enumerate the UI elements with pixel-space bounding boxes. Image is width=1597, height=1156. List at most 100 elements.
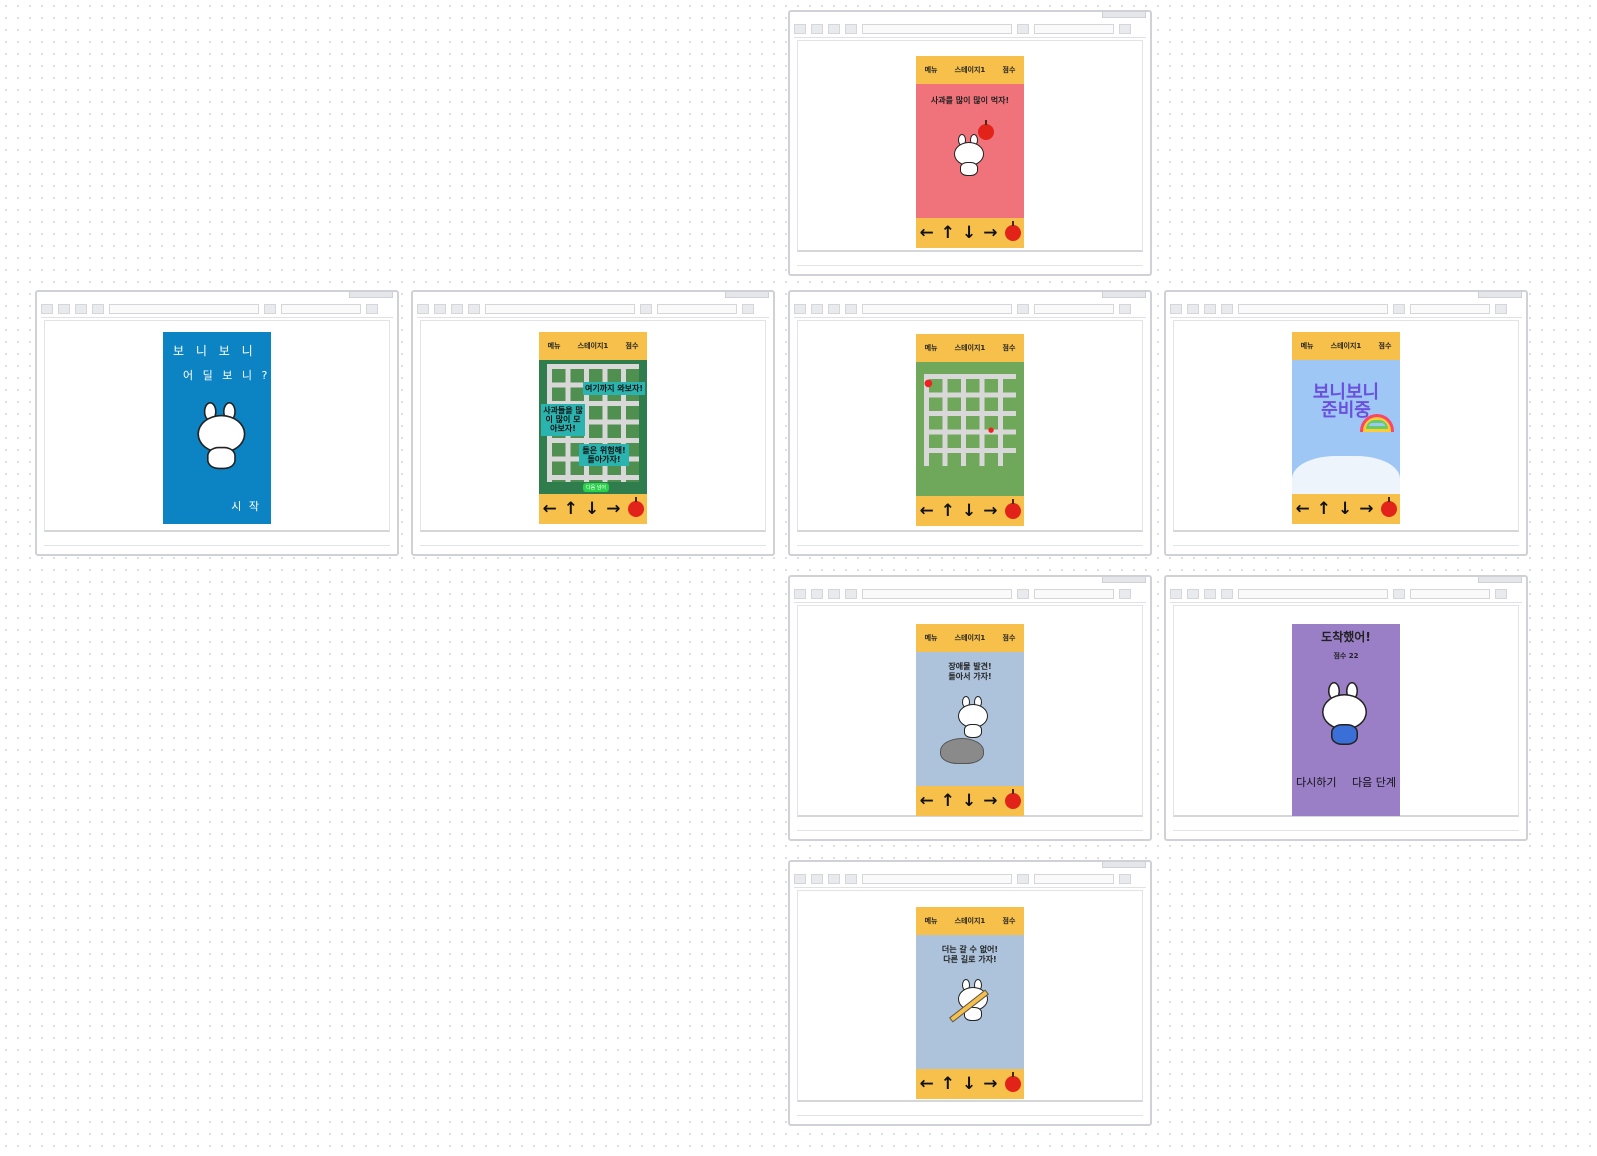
frame-deadend: 메뉴 스테이지1 점수 더는 갈 수 없어! 다른 길로 가자! ← ↑ ↓ → (788, 860, 1152, 1126)
top-nav: 메뉴 스테이지1 점수 (916, 334, 1024, 362)
nav-stage[interactable]: 스테이지1 (955, 916, 986, 926)
apple-icon[interactable] (627, 497, 644, 517)
tutorial-bubble-rock: 돌은 위험해! 돌아가자! (579, 444, 629, 467)
map-pin-icon: ● (924, 378, 933, 389)
phone-screen-tutorial: 메뉴 스테이지1 점수 여기까지 와보자! 사과들을 많이 많이 모아보자! 돌… (539, 332, 647, 524)
down-arrow-icon[interactable]: ↓ (962, 791, 976, 811)
bunny-cheer-illustration (1316, 682, 1373, 745)
nav-menu[interactable]: 메뉴 (925, 343, 938, 353)
left-arrow-icon[interactable]: ← (920, 223, 934, 243)
nav-score[interactable]: 점수 (1379, 341, 1392, 351)
window-tab (1102, 12, 1146, 18)
left-arrow-icon[interactable]: ← (543, 499, 557, 519)
top-nav: 메뉴 스테이지1 점수 (916, 56, 1024, 84)
right-arrow-icon[interactable]: → (983, 223, 997, 243)
left-arrow-icon[interactable]: ← (920, 791, 934, 811)
frame-tutorial: 메뉴 스테이지1 점수 여기까지 와보자! 사과들을 많이 많이 모아보자! 돌… (411, 290, 775, 556)
nav-stage[interactable]: 스테이지1 (955, 633, 986, 643)
title-line-1: 보 니 보 니 (173, 344, 257, 358)
phone-screen-deadend: 메뉴 스테이지1 점수 더는 갈 수 없어! 다른 길로 가자! ← ↑ ↓ → (916, 907, 1024, 1099)
tutorial-bubble-goal: 여기까지 와보자! (583, 382, 645, 396)
frame-obstacle: 메뉴 스테이지1 점수 장애물 발견! 돌아서 가자! ← ↑ ↓ → (788, 575, 1152, 841)
bunny-magnifier-illustration (191, 402, 252, 470)
nav-score[interactable]: 점수 (1003, 916, 1016, 926)
control-bar: ← ↑ ↓ → (916, 786, 1024, 816)
title-line-2: 어 딜 보 니 ? (183, 369, 271, 382)
top-nav: 메뉴 스테이지1 점수 (916, 907, 1024, 935)
window-toolbar (41, 300, 393, 318)
nav-menu[interactable]: 메뉴 (548, 341, 561, 351)
deadend-caption: 더는 갈 수 없어! 다른 길로 가자! (941, 945, 999, 964)
obstacle-caption: 장애물 발견! 돌아서 가자! (948, 662, 992, 681)
tutorial-next-button[interactable]: 다음 넘어 (583, 483, 609, 492)
top-nav: 메뉴 스테이지1 점수 (539, 332, 647, 360)
apple-icon[interactable] (1380, 497, 1397, 517)
nav-score[interactable]: 점수 (626, 341, 639, 351)
nav-stage[interactable]: 스테이지1 (1331, 341, 1362, 351)
top-nav: 메뉴 스테이지1 점수 (916, 624, 1024, 652)
phone-screen-ready: 메뉴 스테이지1 점수 보니보니 준비중 ← ↑ ↓ → (1292, 332, 1400, 524)
up-arrow-icon[interactable]: ↑ (1317, 499, 1331, 519)
right-arrow-icon[interactable]: → (983, 501, 997, 521)
phone-screen-map: 메뉴 스테이지1 점수 ● ● ← ↑ ↓ → (916, 334, 1024, 526)
phone-screen-start: 보 니 보 니 어 딜 보 니 ? 시 작 (163, 332, 271, 524)
phone-screen-arrived: 도착했어! 점수 22 다시하기 다음 단계 (1292, 624, 1400, 816)
window-toolbar (417, 300, 769, 318)
nav-menu[interactable]: 메뉴 (1301, 341, 1314, 351)
top-nav: 메뉴 스테이지1 점수 (1292, 332, 1400, 360)
nav-score[interactable]: 점수 (1003, 343, 1016, 353)
bunny-illustration (954, 696, 992, 738)
down-arrow-icon[interactable]: ↓ (1338, 499, 1352, 519)
right-arrow-icon[interactable]: → (983, 791, 997, 811)
start-button[interactable]: 시 작 (231, 498, 261, 514)
frame-map: 메뉴 스테이지1 점수 ● ● ← ↑ ↓ → (788, 290, 1152, 556)
apple-icon[interactable] (1004, 221, 1021, 241)
phone-screen-obstacle: 메뉴 스테이지1 점수 장애물 발견! 돌아서 가자! ← ↑ ↓ → (916, 624, 1024, 816)
apple-icon[interactable] (1004, 499, 1021, 519)
nav-menu[interactable]: 메뉴 (925, 916, 938, 926)
arrived-title: 도착했어! (1321, 630, 1371, 644)
left-arrow-icon[interactable]: ← (920, 501, 934, 521)
up-arrow-icon[interactable]: ↑ (941, 791, 955, 811)
phone-screen-apple: 메뉴 스테이지1 점수 사과를 많이 많이 먹자! ← ↑ ↓ → (916, 56, 1024, 248)
down-arrow-icon[interactable]: ↓ (962, 1074, 976, 1094)
apple-icon[interactable] (1004, 789, 1021, 809)
control-bar: ← ↑ ↓ → (916, 496, 1024, 526)
down-arrow-icon[interactable]: ↓ (962, 501, 976, 521)
nav-menu[interactable]: 메뉴 (925, 65, 938, 75)
next-stage-button[interactable]: 다음 단계 (1352, 774, 1396, 790)
retry-button[interactable]: 다시하기 (1296, 774, 1336, 790)
right-arrow-icon[interactable]: → (983, 1074, 997, 1094)
control-bar: ← ↑ ↓ → (539, 494, 647, 524)
control-bar: ← ↑ ↓ → (916, 218, 1024, 248)
right-arrow-icon[interactable]: → (1359, 499, 1373, 519)
nav-score[interactable]: 점수 (1003, 65, 1016, 75)
window-toolbar (794, 20, 1146, 38)
up-arrow-icon[interactable]: ↑ (941, 223, 955, 243)
nav-stage[interactable]: 스테이지1 (955, 343, 986, 353)
up-arrow-icon[interactable]: ↑ (941, 501, 955, 521)
nav-stage[interactable]: 스테이지1 (955, 65, 986, 75)
window-toolbar (794, 870, 1146, 888)
apple-icon (978, 120, 994, 140)
right-arrow-icon[interactable]: → (606, 499, 620, 519)
tutorial-bubble-apples: 사과들을 많이 많이 모아보자! (541, 404, 585, 436)
frame-arrived: 도착했어! 점수 22 다시하기 다음 단계 (1164, 575, 1528, 841)
left-arrow-icon[interactable]: ← (1296, 499, 1310, 519)
bunny-illustration (950, 134, 988, 176)
frame-start: 보 니 보 니 어 딜 보 니 ? 시 작 (35, 290, 399, 556)
nav-stage[interactable]: 스테이지1 (578, 341, 609, 351)
left-arrow-icon[interactable]: ← (920, 1074, 934, 1094)
apple-caption: 사과를 많이 많이 먹자! (930, 96, 1010, 105)
down-arrow-icon[interactable]: ↓ (585, 499, 599, 519)
nav-menu[interactable]: 메뉴 (925, 633, 938, 643)
frame-ready: 메뉴 스테이지1 점수 보니보니 준비중 ← ↑ ↓ → (1164, 290, 1528, 556)
frame-apple-intro: 메뉴 스테이지1 점수 사과를 많이 많이 먹자! ← ↑ ↓ → (788, 10, 1152, 276)
down-arrow-icon[interactable]: ↓ (962, 223, 976, 243)
up-arrow-icon[interactable]: ↑ (941, 1074, 955, 1094)
up-arrow-icon[interactable]: ↑ (564, 499, 578, 519)
window-toolbar (1170, 585, 1522, 603)
apple-icon[interactable] (1004, 1072, 1021, 1092)
nav-score[interactable]: 점수 (1003, 633, 1016, 643)
clouds-illustration (1292, 456, 1400, 494)
